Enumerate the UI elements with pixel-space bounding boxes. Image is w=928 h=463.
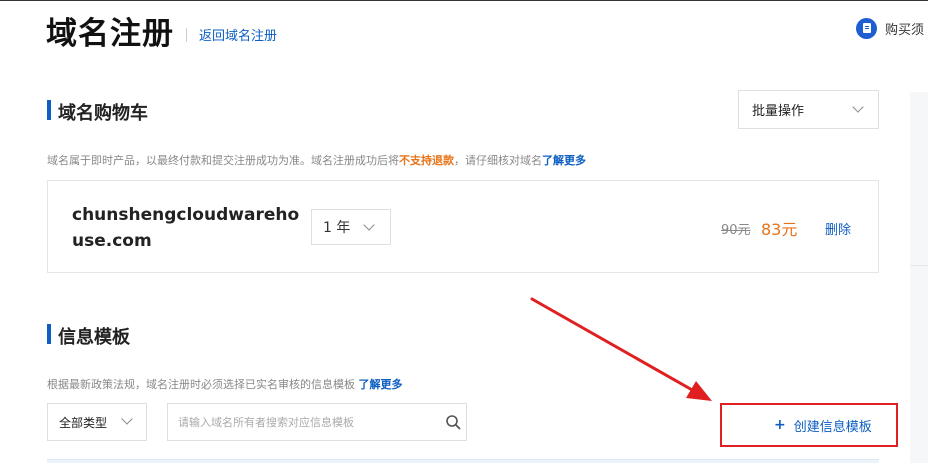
title-separator <box>186 28 187 42</box>
chevron-down-icon <box>121 413 133 425</box>
registration-period-value: 1 年 <box>323 220 351 236</box>
chevron-down-icon <box>363 219 375 231</box>
cart-item: chunshengcloudwarehouse.com 1 年 90元 83元 … <box>47 180 879 273</box>
back-to-registration-link[interactable]: 返回域名注册 <box>199 25 277 44</box>
template-section-title: 信息模板 <box>58 327 130 348</box>
no-refund-warning: 不支持退款 <box>399 154 454 167</box>
template-type-value: 全部类型 <box>59 415 108 430</box>
annotation-arrow-head <box>686 381 712 401</box>
annotation-arrow-shaft <box>530 297 696 393</box>
sale-price: 83元 <box>761 220 798 239</box>
plus-icon: + <box>774 417 786 433</box>
delete-item-link[interactable]: 删除 <box>825 219 851 238</box>
template-search-input[interactable] <box>168 404 426 440</box>
side-panel-divider <box>910 265 928 266</box>
batch-action-dropdown[interactable]: 批量操作 <box>738 90 879 129</box>
purchase-notice-link[interactable]: 购买须 <box>856 17 924 39</box>
cart-notice: 域名属于即时产品，以最终付款和提交注册成功为准。域名注册成功后将不支持退款，请仔… <box>47 152 586 168</box>
original-price: 90元 <box>721 223 751 238</box>
top-border <box>0 0 928 1</box>
template-learn-more-link[interactable]: 了解更多 <box>359 378 403 391</box>
registration-period-dropdown[interactable]: 1 年 <box>311 209 391 245</box>
purchase-notice-label: 购买须 <box>885 22 925 38</box>
create-template-label: 创建信息模板 <box>793 419 872 435</box>
cart-section-title: 域名购物车 <box>58 103 148 124</box>
template-search-box <box>167 403 467 441</box>
cart-notice-suffix: ，请仔细核对域名 <box>454 154 542 167</box>
chevron-down-icon <box>852 101 864 113</box>
page-title: 域名注册 <box>46 16 174 52</box>
template-notice-text: 根据最新政策法规，域名注册时必须选择已实名审核的信息模板 <box>47 378 355 391</box>
cart-item-domain: chunshengcloudwarehouse.com <box>72 205 300 251</box>
document-icon <box>856 17 877 39</box>
create-template-button[interactable]: + 创建信息模板 <box>720 403 898 447</box>
search-icon[interactable] <box>445 414 461 430</box>
side-panel-edge <box>910 92 928 463</box>
template-type-dropdown[interactable]: 全部类型 <box>47 403 147 441</box>
template-section-marker <box>47 324 51 344</box>
cart-learn-more-link[interactable]: 了解更多 <box>542 154 586 167</box>
template-notice: 根据最新政策法规，域名注册时必须选择已实名审核的信息模板 了解更多 <box>47 376 403 392</box>
batch-action-label: 批量操作 <box>752 104 805 119</box>
template-list-top <box>47 459 879 463</box>
cart-section-marker <box>47 100 51 120</box>
cart-notice-text: 域名属于即时产品，以最终付款和提交注册成功为准。域名注册成功后将 <box>47 154 399 167</box>
